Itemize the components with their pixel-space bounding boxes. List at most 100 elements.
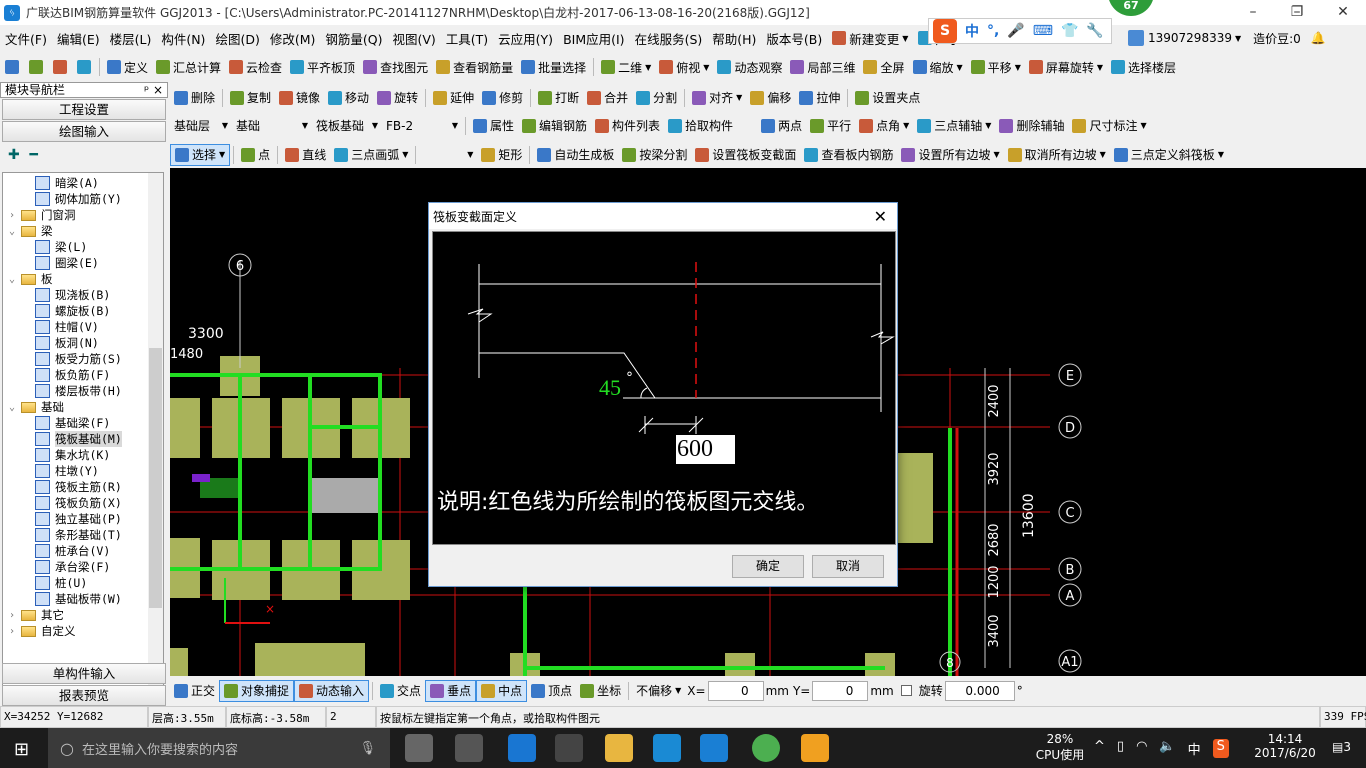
- offset-dropdown[interactable]: 不偏移 ▼: [632, 680, 685, 702]
- edit-button[interactable]: 移动: [324, 87, 373, 109]
- selector-dropdown[interactable]: FB-2 ▼: [382, 115, 462, 137]
- glodon-icon[interactable]: [653, 734, 681, 762]
- menu-item[interactable]: 楼层(L): [105, 27, 157, 49]
- close-button[interactable]: ✕: [1320, 0, 1366, 25]
- axis-button[interactable]: 删除辅轴: [995, 115, 1068, 137]
- draw-button[interactable]: 按梁分割: [618, 144, 691, 166]
- toolbar-button[interactable]: 平齐板顶: [286, 56, 359, 78]
- menu-item[interactable]: 云应用(Y): [493, 27, 558, 49]
- snap-button[interactable]: 交点: [376, 680, 425, 702]
- tree-item[interactable]: 筏板负筋(X): [35, 495, 122, 511]
- tree-item[interactable]: 桩(U): [35, 575, 87, 591]
- taskbar-search[interactable]: ○ 在这里输入你要搜索的内容 🎙: [48, 728, 390, 768]
- edit-button[interactable]: 复制: [226, 87, 275, 109]
- snap-button[interactable]: 正交: [170, 680, 219, 702]
- tree-item[interactable]: 筏板基础(M): [35, 431, 122, 447]
- toolbar-button[interactable]: 批量选择: [517, 56, 590, 78]
- menu-item[interactable]: 帮助(H): [707, 27, 761, 49]
- menu-item[interactable]: 修改(M): [265, 27, 321, 49]
- snap-button[interactable]: 垂点: [425, 679, 477, 702]
- chevron-down-icon[interactable]: ▼: [645, 63, 651, 72]
- project-settings-button[interactable]: 工程设置: [2, 99, 166, 120]
- drawing-input-button[interactable]: 绘图输入: [2, 121, 166, 142]
- selector-dropdown[interactable]: 基础 ▼: [232, 115, 312, 137]
- chevron-down-icon[interactable]: ▼: [903, 121, 909, 130]
- chevron-down-icon[interactable]: ▼: [675, 686, 681, 695]
- selector-dropdown[interactable]: 基础层 ▼: [170, 115, 232, 137]
- account-phone[interactable]: 13907298339: [1148, 31, 1232, 45]
- edit-button[interactable]: 设置夹点: [851, 87, 924, 109]
- menu-item[interactable]: 绘图(D): [210, 27, 264, 49]
- menu-item[interactable]: 构件(N): [156, 27, 210, 49]
- chevron-right-icon[interactable]: ›: [9, 210, 21, 221]
- toolbar-button[interactable]: 云检查: [225, 56, 286, 78]
- chevron-down-icon[interactable]: ▼: [1140, 121, 1146, 130]
- file-explorer-icon[interactable]: [605, 734, 633, 762]
- cancel-button[interactable]: 取消: [812, 555, 884, 578]
- draw-button[interactable]: 查看板内钢筋: [800, 144, 897, 166]
- app-icon[interactable]: [455, 734, 483, 762]
- x-input[interactable]: 0: [707, 680, 764, 701]
- tree-item[interactable]: 现浇板(B): [35, 287, 110, 303]
- rotate-checkbox[interactable]: [900, 685, 912, 696]
- component-button[interactable]: 构件列表: [591, 115, 664, 137]
- edit-button[interactable]: 删除: [170, 87, 219, 109]
- microphone-icon[interactable]: 🎙: [359, 741, 376, 756]
- toolbar-button[interactable]: 汇总计算: [152, 56, 225, 78]
- chevron-down-icon[interactable]: ▼: [993, 150, 999, 159]
- edit-button[interactable]: 分割: [632, 87, 681, 109]
- tree-item[interactable]: 柱帽(V): [35, 319, 99, 335]
- skin-icon[interactable]: 👕: [1061, 23, 1078, 39]
- component-button[interactable]: 属性: [469, 115, 518, 137]
- chevron-down-icon[interactable]: ▼: [1015, 63, 1021, 72]
- tree-item[interactable]: ⌄ 基础: [9, 399, 64, 415]
- pin-icon[interactable]: ᵖ: [144, 83, 149, 97]
- width-input[interactable]: 600: [676, 435, 736, 464]
- tree-item[interactable]: 楼层板带(H): [35, 383, 122, 399]
- browser-icon[interactable]: [752, 734, 780, 762]
- chevron-down-icon[interactable]: ⌄: [9, 402, 21, 413]
- edit-button[interactable]: 偏移: [746, 87, 795, 109]
- draw-button[interactable]: 取消所有边坡 ▼: [1004, 144, 1110, 166]
- tree-item[interactable]: 板洞(N): [35, 335, 99, 351]
- menu-item[interactable]: 在线服务(S): [630, 27, 708, 49]
- store-icon[interactable]: [555, 734, 583, 762]
- draw-button[interactable]: 三点画弧 ▼: [330, 144, 412, 166]
- axis-button[interactable]: 三点辅轴 ▼: [913, 115, 995, 137]
- tree-item[interactable]: 梁(L): [35, 239, 87, 255]
- tree-item[interactable]: 桩承台(V): [35, 543, 110, 559]
- toolbar-button[interactable]: 选择楼层: [1107, 56, 1180, 78]
- selector-dropdown[interactable]: 筏板基础 ▼: [312, 115, 382, 137]
- tree-item[interactable]: 暗梁(A): [35, 175, 99, 191]
- draw-button[interactable]: 点: [237, 144, 274, 166]
- menu-item[interactable]: 钢筋量(Q): [320, 27, 387, 49]
- close-icon[interactable]: ×: [153, 83, 163, 97]
- expand-all-icon[interactable]: ✚: [8, 147, 20, 163]
- menu-item[interactable]: 文件(F): [0, 27, 52, 49]
- tree-item[interactable]: 基础板带(W): [35, 591, 122, 607]
- maximize-button[interactable]: ❐: [1274, 0, 1320, 25]
- ime-indicator[interactable]: 中: [1188, 739, 1201, 758]
- axis-button[interactable]: 两点: [757, 115, 806, 137]
- tree-item[interactable]: ⌄ 板: [9, 271, 53, 287]
- volume-icon[interactable]: 🔈: [1159, 739, 1175, 758]
- draw-button[interactable]: 选择 ▼: [170, 143, 231, 166]
- tree-item[interactable]: 筏板主筋(R): [35, 479, 122, 495]
- ime-mode[interactable]: 中: [965, 21, 979, 41]
- edit-button[interactable]: 打断: [534, 87, 583, 109]
- toolbar-button[interactable]: 二维 ▼: [597, 56, 655, 78]
- chevron-down-icon[interactable]: ▼: [957, 63, 963, 72]
- chevron-down-icon[interactable]: ▼: [985, 121, 991, 130]
- chevron-down-icon[interactable]: ▼: [222, 121, 228, 130]
- axis-button[interactable]: 点角 ▼: [855, 115, 913, 137]
- menu-item[interactable]: 工具(T): [441, 27, 493, 49]
- snap-button[interactable]: 对象捕捉: [219, 679, 295, 702]
- chevron-right-icon[interactable]: ›: [9, 626, 21, 637]
- microphone-icon[interactable]: 🎤: [1007, 23, 1024, 39]
- tree-item[interactable]: 承台梁(F): [35, 559, 110, 575]
- snap-button[interactable]: 中点: [476, 679, 528, 702]
- draw-button[interactable]: 设置所有边坡 ▼: [897, 144, 1003, 166]
- chevron-down-icon[interactable]: ⌄: [9, 226, 21, 237]
- draw-button[interactable]: 直线: [281, 144, 330, 166]
- snap-button[interactable]: 顶点: [527, 680, 576, 702]
